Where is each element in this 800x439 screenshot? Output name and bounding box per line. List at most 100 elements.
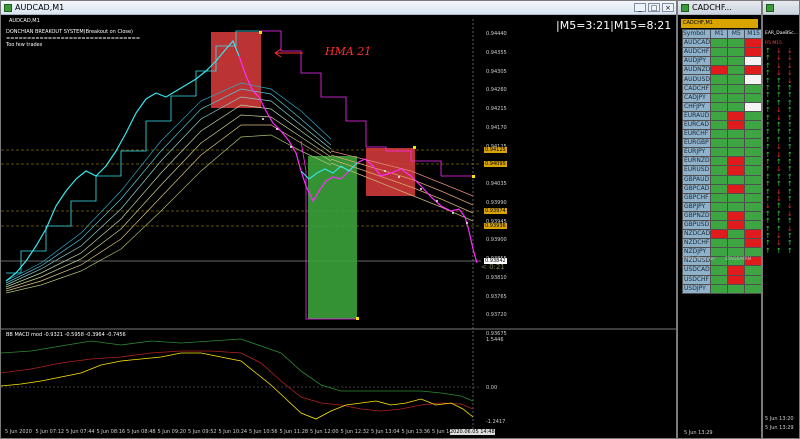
scanner-cell-m5 bbox=[727, 147, 746, 158]
scanner-cell-m1 bbox=[710, 229, 729, 240]
scanner-row[interactable]: CADJPY bbox=[681, 92, 761, 103]
col-header-m1: M1 bbox=[710, 28, 729, 40]
scanner-symbol[interactable]: AUDUSD bbox=[681, 74, 712, 85]
col-header-m5: M5 bbox=[727, 28, 746, 40]
scanner-row[interactable]: AUDNZD bbox=[681, 65, 761, 76]
scanner-row[interactable]: EURNZD bbox=[681, 156, 761, 167]
scanner-cell-m15 bbox=[744, 229, 761, 240]
scanner-row[interactable]: USDJPY bbox=[681, 283, 761, 294]
scanner-symbol[interactable]: GBPJPY bbox=[681, 201, 712, 212]
scanner-symbol[interactable]: EURAUD bbox=[681, 110, 712, 121]
scanner-row[interactable]: EURAUD bbox=[681, 110, 761, 121]
scanner-symbol[interactable]: GBPAUD bbox=[681, 174, 712, 185]
scanner-window-titlebar[interactable]: CADCHF... bbox=[678, 1, 761, 15]
scanner-row[interactable]: EURCHF bbox=[681, 129, 761, 140]
scanner-symbol[interactable]: EURCHF bbox=[681, 129, 712, 140]
scanner-symbol[interactable]: EURCAD bbox=[681, 119, 712, 131]
col-header-m15: M15 bbox=[744, 28, 761, 40]
scanner-cell-m15 bbox=[744, 38, 761, 49]
scanner-row[interactable]: NZDCAD bbox=[681, 229, 761, 240]
scanner-row[interactable]: EURUSD bbox=[681, 165, 761, 176]
scanner-cell-m5 bbox=[727, 138, 746, 149]
scanner-footer-right: STAGEAFAN bbox=[724, 257, 752, 262]
price-tags: 0.94125 0.94095 0.93974 0.93936 0.93842 bbox=[484, 1, 514, 331]
time-tick-label: 5 Jun 08:48 bbox=[127, 429, 156, 435]
scanner-row[interactable]: EURJPY bbox=[681, 147, 761, 158]
price-chart[interactable] bbox=[1, 1, 677, 439]
scanner-cell-m1 bbox=[710, 283, 729, 294]
scanner-symbol[interactable]: EURGBP bbox=[681, 138, 712, 149]
scanner-cell-m15 bbox=[744, 165, 761, 176]
scanner-row[interactable]: USDCHF bbox=[681, 274, 761, 285]
scanner-cell-m15 bbox=[744, 174, 761, 185]
scanner-row[interactable]: GBPAUD bbox=[681, 174, 761, 185]
scanner-column-headers: Symbol M1 M5 M15 bbox=[681, 28, 761, 40]
scanner-symbol[interactable]: EURJPY bbox=[681, 147, 712, 158]
scanner-header: CADCHF,M1 T3TRIX_SCANNER bbox=[681, 19, 758, 35]
time-tick-label: 5 Jun 2020 bbox=[5, 429, 32, 435]
scanner-row[interactable]: GBPCHF bbox=[681, 192, 761, 203]
scanner-row[interactable]: AUDCHF bbox=[681, 47, 761, 58]
scanner-cell-m1 bbox=[710, 165, 729, 176]
scanner-row[interactable]: CADCHF bbox=[681, 83, 761, 94]
macd-tick-label: -1.2417 bbox=[486, 419, 506, 425]
scanner-row[interactable]: EURGBP bbox=[681, 138, 761, 149]
scanner-cell-m1 bbox=[710, 156, 729, 167]
chart-window[interactable]: AUDCAD,M1 _ □ × AUDCAD,M1 DONCHIAN BREAK… bbox=[0, 0, 677, 439]
scanner-symbol[interactable]: AUDCHF bbox=[681, 47, 712, 58]
scanner-cell-m5 bbox=[727, 129, 746, 140]
scanner-row[interactable]: AUDUSD bbox=[681, 74, 761, 85]
scanner-symbol[interactable]: CHFJPY bbox=[681, 101, 712, 112]
scanner-symbol[interactable]: USDJPY bbox=[681, 283, 712, 294]
scanner-row[interactable]: GBPNZD bbox=[681, 210, 761, 221]
scanner-cell-m5 bbox=[727, 192, 746, 203]
scanner-row[interactable]: GBPJPY bbox=[681, 201, 761, 212]
scanner-cell-m5 bbox=[727, 201, 746, 212]
scanner-symbol[interactable]: GBPCHF bbox=[681, 192, 712, 203]
arrow-up-icon: ↑ bbox=[765, 246, 771, 255]
scanner-row[interactable]: GBPUSD bbox=[681, 219, 761, 231]
annotation-arrow bbox=[274, 48, 303, 58]
time-tick-label: 5 Jun 08:16 bbox=[96, 429, 126, 435]
right-window[interactable]: EAR_DaeBSc... R5 M15 ↑ ↓ ↓ ↑ ↓ ↓ ↑ ↓ ↓ ↑ ↓ ↓ ↑ ↑ ↓ ↑ ↑ ↑ ↑… bbox=[762, 0, 800, 439]
breakout-box-red-2 bbox=[366, 148, 415, 196]
scanner-symbol[interactable]: AUDJPY bbox=[681, 56, 712, 67]
scanner-row[interactable]: AUDJPY bbox=[681, 56, 761, 67]
scanner-cell-m5 bbox=[727, 165, 746, 176]
right-window-titlebar[interactable] bbox=[763, 1, 799, 15]
scanner-symbol[interactable]: NZDCHF bbox=[681, 238, 712, 249]
right-time-tick-label: 5 Jun 13:29 bbox=[765, 425, 794, 431]
scanner-cell-m5 bbox=[727, 119, 746, 131]
scanner-symbol[interactable]: USDCAD bbox=[681, 265, 712, 276]
scanner-symbol[interactable]: GBPUSD bbox=[681, 219, 712, 231]
scanner-symbol[interactable]: EURUSD bbox=[681, 165, 712, 176]
scanner-symbol[interactable]: CADCHF bbox=[681, 83, 712, 94]
scanner-row[interactable]: CHFJPY bbox=[681, 101, 761, 112]
scanner-cell-m5 bbox=[727, 110, 746, 121]
scanner-row[interactable]: AUDCAD bbox=[681, 38, 761, 49]
scanner-symbol[interactable]: USDCHF bbox=[681, 274, 712, 285]
scanner-cell-m15 bbox=[744, 119, 761, 131]
scanner-row[interactable]: NZDJPY bbox=[681, 247, 761, 258]
scanner-row[interactable]: GBPCAD bbox=[681, 183, 761, 194]
scanner-symbol[interactable]: AUDNZD bbox=[681, 65, 712, 76]
scanner-row[interactable]: NZDCHF bbox=[681, 238, 761, 249]
scanner-symbol[interactable]: AUDCAD bbox=[681, 38, 712, 49]
scanner-symbol[interactable]: EURNZD bbox=[681, 156, 712, 167]
scanner-symbol[interactable]: GBPNZD bbox=[681, 210, 712, 221]
scanner-window[interactable]: CADCHF... CADCHF,M1 T3TRIX_SCANNER Symbo… bbox=[677, 0, 762, 439]
scanner-cell-m1 bbox=[710, 56, 729, 67]
scanner-symbol[interactable]: NZDCAD bbox=[681, 229, 712, 240]
scanner-cell-m1 bbox=[710, 274, 729, 285]
time-tick-label: 5 Jun 12:32 bbox=[340, 429, 370, 435]
scanner-cell-m15 bbox=[744, 156, 761, 167]
right-window-title: EAR_DaeBSc... bbox=[765, 31, 798, 36]
scanner-symbol[interactable]: GBPCAD bbox=[681, 183, 712, 194]
scanner-cell-m15 bbox=[744, 183, 761, 194]
scanner-symbol[interactable]: CADJPY bbox=[681, 92, 712, 103]
scanner-row[interactable]: USDCAD bbox=[681, 265, 761, 276]
scanner-symbol[interactable]: NZDJPY bbox=[681, 247, 712, 258]
time-tick-label: 5 Jun 07:12 bbox=[35, 429, 65, 435]
scanner-row[interactable]: EURCAD bbox=[681, 119, 761, 131]
scanner-cell-m15 bbox=[744, 147, 761, 158]
